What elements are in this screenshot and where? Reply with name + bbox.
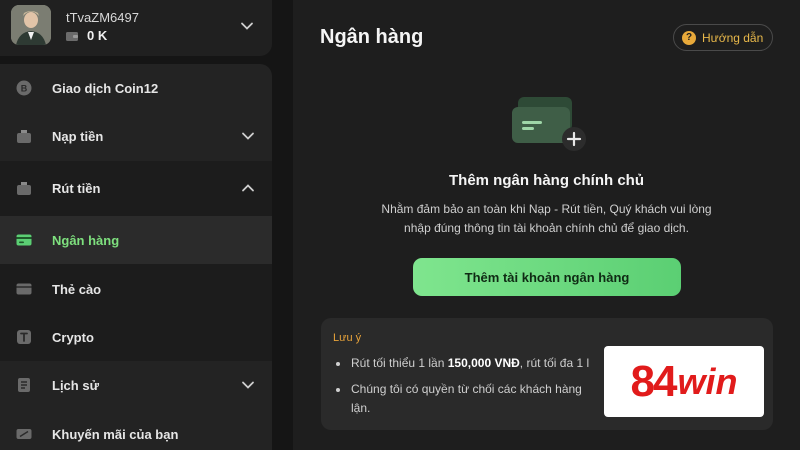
page-title: Ngân hàng bbox=[320, 26, 424, 48]
brand-logo-number: 84 bbox=[630, 356, 678, 406]
sidebar-item-label: Giao dịch Coin12 bbox=[52, 80, 159, 96]
sidebar-item-crypto[interactable]: Crypto bbox=[0, 313, 272, 361]
sidebar-item-coin12[interactable]: B Giao dịch Coin12 bbox=[0, 64, 272, 112]
bank-card-icon bbox=[16, 234, 32, 246]
sidebar-item-withdraw[interactable]: Rút tiền bbox=[0, 164, 272, 212]
balance-row: 0 K bbox=[66, 28, 107, 43]
note-text: , rút tối đa 1 l bbox=[519, 356, 590, 370]
sidebar-item-label: Ngân hàng bbox=[52, 232, 120, 248]
promo-icon bbox=[16, 429, 32, 439]
wallet-icon bbox=[66, 31, 78, 41]
add-bank-account-button[interactable]: Thêm tài khoản ngân hàng bbox=[413, 258, 681, 296]
scratch-card-icon bbox=[16, 283, 32, 295]
empty-desc-line-1: Nhằm đảm bảo an toàn khi Nạp - Rút tiền,… bbox=[381, 202, 712, 216]
guide-label: Hướng dẫn bbox=[702, 30, 764, 45]
empty-state-title: Thêm ngân hàng chính chủ bbox=[449, 172, 644, 189]
sidebar-item-label: Thẻ cào bbox=[52, 281, 102, 297]
guide-button[interactable]: ? Hướng dẫn bbox=[673, 24, 773, 51]
sidebar-item-label: Rút tiền bbox=[52, 180, 101, 196]
note-text: Chúng tôi có quyền từ chối các khách hàn… bbox=[351, 382, 582, 396]
empty-state-description: Nhằm đảm bảo an toàn khi Nạp - Rút tiền,… bbox=[353, 200, 740, 238]
bank-card-add-icon bbox=[512, 97, 586, 151]
chevron-down-icon bbox=[242, 132, 254, 140]
withdraw-icon bbox=[17, 182, 31, 195]
note-text: Rút tối thiểu 1 lần bbox=[351, 356, 448, 370]
note-amount: 150,000 VNĐ bbox=[447, 356, 520, 370]
sidebar-item-deposit[interactable]: Nạp tiền bbox=[0, 112, 272, 160]
sidebar-item-label: Crypto bbox=[52, 329, 94, 345]
help-icon: ? bbox=[682, 30, 696, 45]
avatar bbox=[11, 5, 51, 45]
sidebar-item-promotions[interactable]: Khuyến mãi của bạn bbox=[0, 410, 272, 450]
note-text: lận. bbox=[351, 401, 371, 415]
chevron-down-icon bbox=[242, 381, 254, 389]
deposit-icon bbox=[17, 130, 31, 143]
username: tTvaZM6497 bbox=[66, 10, 139, 25]
sidebar-item-scratch-card[interactable]: Thẻ cào bbox=[0, 265, 272, 313]
chevron-up-icon bbox=[242, 184, 254, 192]
svg-text:B: B bbox=[21, 84, 28, 94]
note-title: Lưu ý bbox=[333, 332, 362, 344]
sidebar-item-bank[interactable]: Ngân hàng bbox=[0, 216, 272, 264]
coin-icon: B bbox=[16, 80, 32, 96]
crypto-icon bbox=[17, 330, 31, 344]
balance-amount: 0 K bbox=[87, 28, 108, 43]
brand-logo-word: win bbox=[677, 360, 738, 402]
history-icon bbox=[18, 378, 30, 392]
sidebar-item-label: Khuyến mãi của bạn bbox=[52, 426, 179, 442]
sidebar-item-history[interactable]: Lịch sử bbox=[0, 361, 272, 409]
brand-logo: 84 win bbox=[604, 346, 764, 417]
sidebar: tTvaZM6497 0 K B Giao dịch Coin12 Nạp ti… bbox=[0, 0, 293, 450]
empty-desc-line-2: nhập đúng thông tin tài khoản chính chủ … bbox=[404, 221, 689, 235]
chevron-down-icon[interactable] bbox=[238, 17, 256, 35]
sidebar-item-label: Lịch sử bbox=[52, 377, 99, 393]
sidebar-menu: B Giao dịch Coin12 Nạp tiền Rút tiền Ngâ… bbox=[0, 64, 272, 450]
user-card[interactable]: tTvaZM6497 0 K bbox=[0, 0, 272, 56]
sidebar-item-label: Nạp tiền bbox=[52, 128, 104, 144]
